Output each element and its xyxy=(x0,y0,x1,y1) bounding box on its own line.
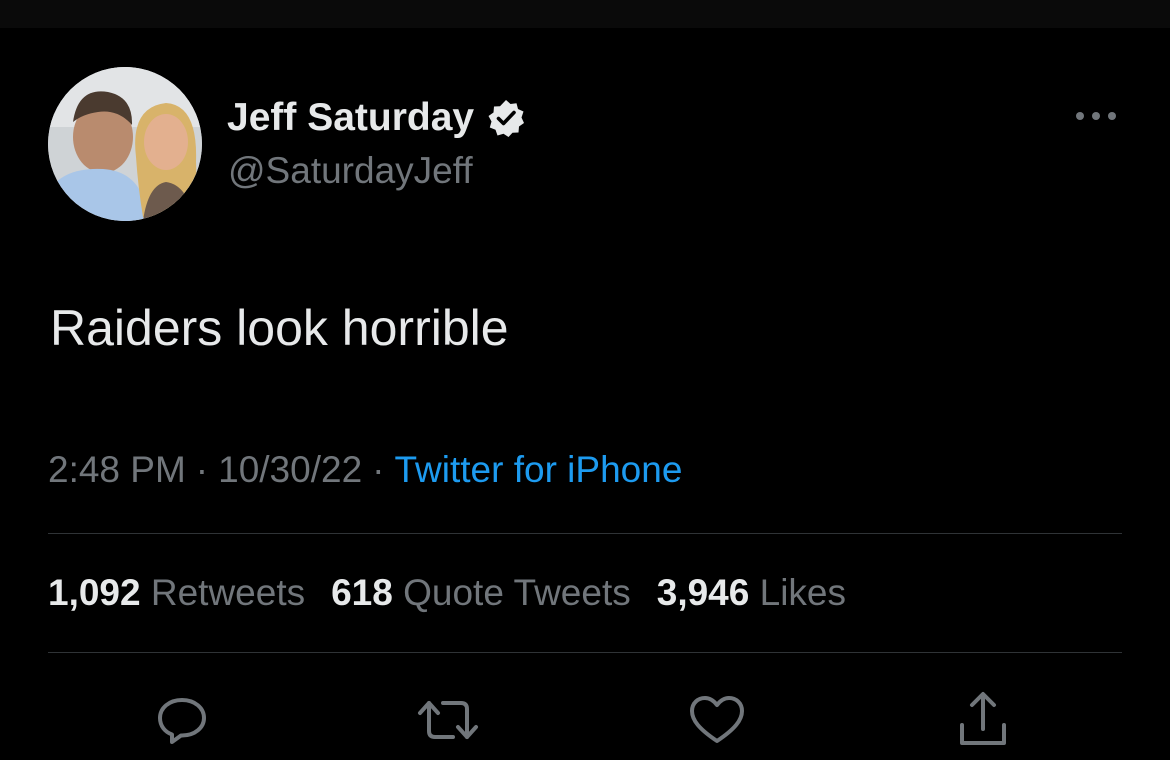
more-dots-icon xyxy=(1076,112,1116,120)
retweets-stat[interactable]: 1,092 Retweets xyxy=(48,570,305,616)
tweet-time[interactable]: 2:48 PM xyxy=(48,449,186,490)
more-options-button[interactable] xyxy=(1068,100,1124,132)
reply-icon xyxy=(158,698,206,744)
tweet-date[interactable]: 10/30/22 xyxy=(218,449,362,490)
top-bar xyxy=(0,0,1170,28)
divider xyxy=(48,533,1122,534)
author-name[interactable]: Jeff Saturday xyxy=(227,96,526,140)
retweet-icon xyxy=(418,701,478,739)
verified-badge-icon xyxy=(486,98,526,138)
quote-tweets-stat[interactable]: 618 Quote Tweets xyxy=(331,570,631,616)
tweet-meta: 2:48 PM · 10/30/22 · Twitter for iPhone xyxy=(48,447,682,493)
tweet-detail-screen: Jeff Saturday @SaturdayJeff Raiders look… xyxy=(0,0,1170,760)
tweet-action-bar xyxy=(0,685,1170,755)
quote-tweets-label: Quote Tweets xyxy=(403,572,631,613)
retweets-count: 1,092 xyxy=(48,572,141,613)
meta-separator: · xyxy=(372,449,385,490)
avatar[interactable] xyxy=(48,67,202,221)
divider xyxy=(48,652,1122,653)
likes-stat[interactable]: 3,946 Likes xyxy=(657,570,846,616)
author-handle[interactable]: @SaturdayJeff xyxy=(228,150,473,192)
retweet-button[interactable] xyxy=(413,685,483,755)
tweet-text: Raiders look horrible xyxy=(50,300,509,356)
likes-count: 3,946 xyxy=(656,572,750,613)
reply-button[interactable] xyxy=(147,685,217,755)
tweet-stats: 1,092 Retweets 618 Quote Tweets 3,946 Li… xyxy=(48,570,872,616)
share-button[interactable] xyxy=(948,685,1018,755)
likes-label: Likes xyxy=(759,572,847,613)
meta-separator: · xyxy=(195,449,209,490)
like-icon xyxy=(690,696,744,743)
quote-tweets-count: 618 xyxy=(331,572,393,613)
retweets-label: Retweets xyxy=(150,572,306,613)
author-name-text: Jeff Saturday xyxy=(227,96,475,139)
like-button[interactable] xyxy=(682,685,752,755)
share-icon xyxy=(960,692,1006,745)
avatar-photo xyxy=(48,67,202,221)
tweet-source-link[interactable]: Twitter for iPhone xyxy=(394,449,682,490)
